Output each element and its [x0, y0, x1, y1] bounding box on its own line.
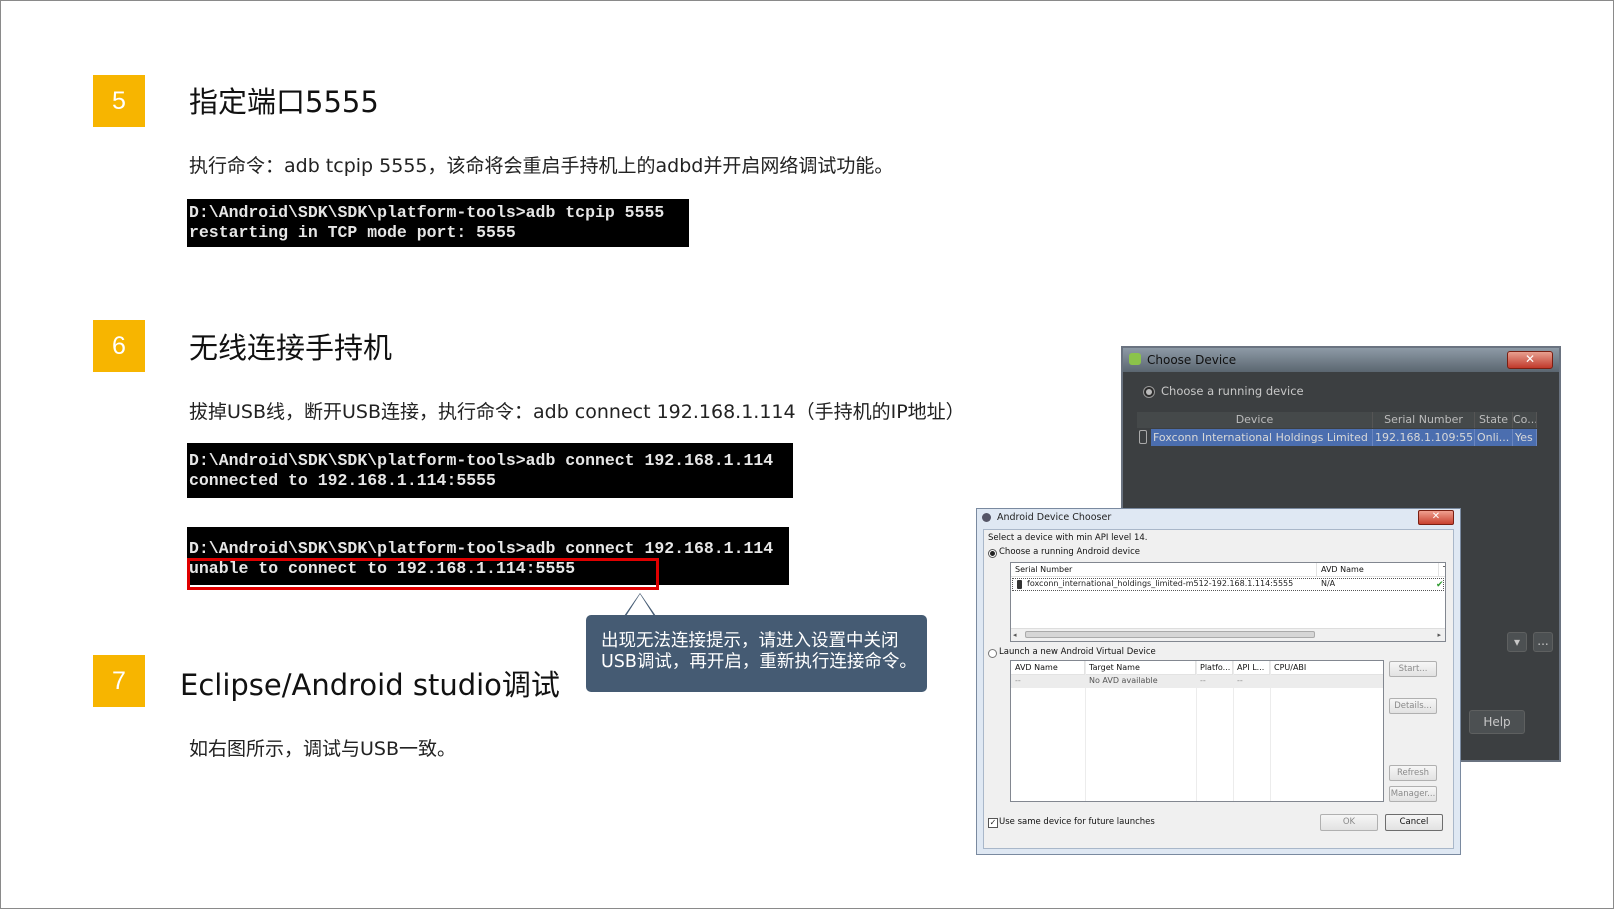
terminal-connect-success: D:\Android\SDK\SDK\platform-tools>adb co…: [187, 443, 793, 498]
radio-running-device[interactable]: [1143, 386, 1155, 398]
column-avd-name[interactable]: AVD Name: [1317, 563, 1439, 577]
column-api-level[interactable]: API L...: [1233, 661, 1270, 675]
avd-more-button[interactable]: ...: [1533, 632, 1553, 652]
avd-row-target: No AVD available: [1089, 676, 1158, 685]
check-icon: ✔: [1436, 580, 1444, 590]
help-button[interactable]: Help: [1469, 710, 1525, 734]
scrollbar-thumb[interactable]: [1025, 631, 1315, 638]
choose-device-title: Choose Device: [1147, 353, 1237, 367]
api-level-text: Select a device with min API level 14.: [988, 533, 1148, 543]
same-device-checkbox[interactable]: ✓: [988, 818, 998, 828]
refresh-button[interactable]: Refresh: [1389, 765, 1437, 781]
step-5-desc: 执行命令：adb tcpip 5555，该命将会重启手持机上的adbd并开启网络…: [189, 155, 894, 177]
radio-launch-avd[interactable]: [988, 649, 997, 658]
device-chooser-titlebar: Android Device Chooser ✕: [977, 509, 1460, 527]
step-7-number: 7: [93, 655, 145, 707]
terminal-line: D:\Android\SDK\SDK\platform-tools>adb co…: [189, 451, 774, 470]
step-7-desc: 如右图所示，调试与USB一致。: [189, 738, 457, 760]
scroll-left-icon[interactable]: ◂: [1013, 631, 1017, 639]
column-compatible[interactable]: Co...: [1513, 412, 1537, 428]
app-icon: [982, 513, 991, 522]
step-6-number: 6: [93, 320, 145, 372]
step-6-title: 无线连接手持机: [189, 331, 393, 365]
step-5-title: 指定端口5555: [189, 85, 379, 119]
callout-line: 出现无法连接提示，请进入设置中关闭: [601, 631, 899, 651]
terminal-line: restarting in TCP mode port: 5555: [189, 223, 516, 242]
error-highlight-box: [187, 558, 659, 590]
device-chooser-body: Select a device with min API level 14. C…: [983, 529, 1454, 849]
column-device[interactable]: Device: [1137, 412, 1373, 428]
radio-running-android-label: Choose a running Android device: [999, 547, 1140, 557]
step-6-desc: 拔掉USB线，断开USB连接，执行命令：adb connect 192.168.…: [189, 401, 965, 423]
avd-row-api: --: [1237, 676, 1243, 685]
callout-pointer-inner: [626, 594, 654, 616]
terminal-line: connected to 192.168.1.114:5555: [189, 471, 496, 490]
terminal-tcpip: D:\Android\SDK\SDK\platform-tools>adb tc…: [187, 199, 689, 247]
close-button[interactable]: ✕: [1418, 510, 1454, 525]
avd-table: AVD Name Target Name Platfo... API L... …: [1010, 660, 1384, 802]
phone-icon: [1017, 580, 1022, 589]
horizontal-scrollbar[interactable]: ◂ ▸: [1011, 628, 1445, 641]
radio-dot: [990, 551, 995, 556]
device-row-compat[interactable]: Yes: [1513, 429, 1537, 446]
avd-row-platform: --: [1200, 676, 1206, 685]
slide: 5 指定端口5555 执行命令：adb tcpip 5555，该命将会重启手持机…: [0, 0, 1614, 909]
close-button[interactable]: ✕: [1507, 351, 1553, 369]
radio-dot: [1146, 389, 1152, 395]
running-devices-table: Serial Number AVD Name T foxconn_interna…: [1010, 562, 1446, 642]
radio-running-android[interactable]: [988, 549, 997, 558]
details-button[interactable]: Details...: [1389, 698, 1437, 714]
android-device-chooser-dialog: Android Device Chooser ✕ Select a device…: [976, 508, 1461, 855]
cancel-button[interactable]: Cancel: [1385, 814, 1443, 831]
radio-launch-avd-label: Launch a new Android Virtual Device: [999, 647, 1156, 657]
callout-line: USB调试，再开启，重新执行连接命令。: [601, 652, 917, 672]
column-cpu-abi[interactable]: CPU/ABI: [1270, 661, 1383, 675]
terminal-line: D:\Android\SDK\SDK\platform-tools>adb co…: [189, 539, 774, 558]
manager-button[interactable]: Manager...: [1389, 786, 1437, 802]
column-serial-number[interactable]: Serial Number: [1373, 412, 1475, 428]
device-row-state[interactable]: Onli...: [1475, 429, 1513, 446]
device-chooser-title: Android Device Chooser: [997, 512, 1112, 523]
same-device-checkbox-label: Use same device for future launches: [999, 817, 1155, 827]
column-serial-number[interactable]: Serial Number: [1011, 563, 1317, 577]
avd-row-name: --: [1015, 676, 1021, 685]
terminal-line: D:\Android\SDK\SDK\platform-tools>adb tc…: [189, 203, 665, 222]
choose-device-titlebar: Choose Device ✕: [1123, 348, 1559, 372]
step-5-number: 5: [93, 75, 145, 127]
device-row-serial[interactable]: 192.168.1.109:5555: [1373, 429, 1475, 446]
column-target[interactable]: T: [1439, 563, 1445, 577]
start-button[interactable]: Start...: [1389, 661, 1437, 677]
column-target-name[interactable]: Target Name: [1085, 661, 1196, 675]
ok-button[interactable]: OK: [1320, 814, 1378, 831]
device-row-name[interactable]: Foxconn International Holdings Limited M: [1151, 429, 1373, 446]
column-state[interactable]: State: [1475, 412, 1513, 428]
column-avd-name[interactable]: AVD Name: [1011, 661, 1085, 675]
callout-note: 出现无法连接提示，请进入设置中关闭 USB调试，再开启，重新执行连接命令。: [586, 615, 927, 692]
scroll-right-icon[interactable]: ▸: [1437, 631, 1441, 639]
device-row-serial[interactable]: foxconn_international_holdings_limited-m…: [1023, 577, 1313, 591]
step-7-title: Eclipse/Android studio调试: [180, 668, 560, 702]
android-icon: [1129, 353, 1141, 365]
column-platform[interactable]: Platfo...: [1196, 661, 1233, 675]
radio-running-device-label: Choose a running device: [1161, 384, 1304, 398]
phone-icon: [1139, 430, 1147, 444]
device-row-avd[interactable]: N/A: [1317, 577, 1417, 591]
avd-dropdown-arrow[interactable]: ▾: [1507, 632, 1527, 652]
